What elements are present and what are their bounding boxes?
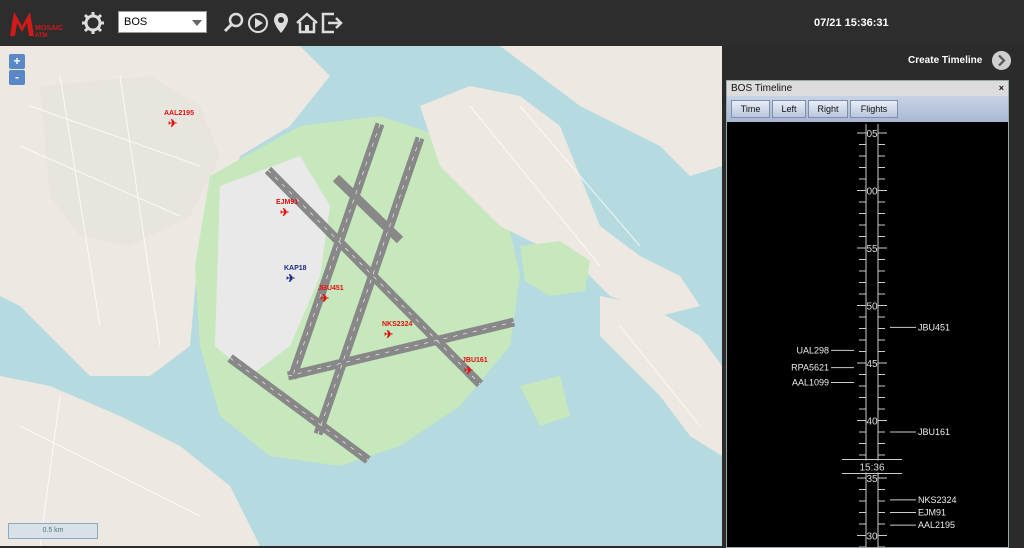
- airplane-icon: ✈: [286, 273, 296, 285]
- timeline-minute-label: 05: [866, 129, 878, 140]
- right-panel: Create Timeline BOS Timeline × Time Left…: [722, 46, 1024, 548]
- flight-callsign: NKS2324: [382, 321, 413, 328]
- timeline-minute-label: 35: [866, 474, 878, 485]
- chevron-right-icon[interactable]: [992, 51, 1011, 70]
- flight-callsign: JBU161: [462, 357, 488, 364]
- svg-text:ATM: ATM: [35, 33, 48, 39]
- airplane-icon: ✈: [464, 365, 474, 377]
- airplane-icon: ✈: [280, 207, 290, 219]
- timeline-minute-label: 45: [866, 359, 878, 370]
- timeline-toolbar: Time Left Right Flights: [727, 96, 1008, 122]
- timeline-flight-label: RPA5621: [791, 363, 829, 373]
- search-icon[interactable]: [221, 10, 247, 36]
- timeline-flight-label: NKS2324: [918, 495, 957, 505]
- map-scale: 0.5 km: [8, 523, 98, 539]
- flight-marker[interactable]: KAP18 ✈: [284, 265, 307, 285]
- airport-map[interactable]: + - AAL2195 ✈ EJM91 ✈ KAP18 ✈ JBU451 ✈ N…: [0, 46, 722, 546]
- gear-icon[interactable]: [80, 10, 106, 36]
- home-icon[interactable]: [294, 10, 320, 36]
- right-button[interactable]: Right: [808, 100, 848, 118]
- timeline-window: BOS Timeline × Time Left Right Flights 0…: [726, 80, 1009, 548]
- airplane-icon: ✈: [320, 293, 330, 305]
- flight-marker[interactable]: JBU451 ✈: [318, 285, 344, 305]
- mosaic-logo: MOSAIC ATM: [10, 12, 63, 39]
- svg-text:MOSAIC: MOSAIC: [35, 25, 63, 32]
- flight-marker[interactable]: EJM91 ✈: [276, 199, 298, 219]
- timeline-minute-label: 55: [866, 244, 878, 255]
- flight-marker[interactable]: NKS2324 ✈: [382, 321, 412, 341]
- flight-callsign: EJM91: [276, 199, 299, 206]
- flight-callsign: KAP18: [284, 265, 307, 272]
- timeline-area[interactable]: 05 00 55 50 45 40 35 30 15:36 UAL298 RPA5621 AAL109…: [727, 124, 1008, 547]
- zoom-out-button[interactable]: -: [9, 70, 25, 85]
- create-timeline-label[interactable]: Create Timeline: [908, 55, 982, 66]
- timeline-title-bar: BOS Timeline ×: [727, 81, 1008, 96]
- close-icon[interactable]: ×: [999, 81, 1004, 96]
- clock: 07/21 15:36:31: [814, 17, 889, 29]
- location-pin-icon[interactable]: [268, 10, 294, 36]
- logout-icon[interactable]: [319, 10, 345, 36]
- top-bar: MOSAIC ATM BOS 07/21 15:36:31: [0, 0, 1024, 46]
- airport-select[interactable]: BOS: [118, 11, 207, 33]
- timeline-flight-label: JBU161: [918, 427, 950, 437]
- flight-marker[interactable]: AAL2195 ✈: [164, 110, 194, 130]
- zoom-in-button[interactable]: +: [9, 54, 25, 69]
- timeline-minute-label: 40: [866, 417, 878, 428]
- flight-callsign: AAL2195: [164, 110, 194, 117]
- timeline-minute-label: 30: [866, 532, 878, 543]
- flight-marker[interactable]: JBU161 ✈: [462, 357, 488, 377]
- timeline-minute-label: 50: [866, 302, 878, 313]
- airplane-icon: ✈: [168, 118, 178, 130]
- timeline-flight-label: UAL298: [796, 345, 829, 355]
- timeline-minute-label: 00: [866, 187, 878, 198]
- timeline-flight-label: AAL1099: [792, 378, 829, 388]
- timeline-canvas: 05 00 55 50 45 40 35 30 15:36 UAL298 RPA5621 AAL109…: [791, 124, 957, 547]
- chevron-down-icon: [192, 20, 202, 26]
- flight-callsign: JBU451: [318, 285, 344, 292]
- timeline-flight-label: JBU451: [918, 322, 950, 332]
- map-canvas: [0, 46, 722, 546]
- timeline-flight-label: AAL2195: [918, 520, 955, 530]
- timeline-flight-label: EJM91: [918, 508, 946, 518]
- flights-button[interactable]: Flights: [850, 100, 898, 118]
- airport-select-value: BOS: [124, 16, 148, 28]
- left-button[interactable]: Left: [772, 100, 806, 118]
- timeline-title: BOS Timeline: [731, 83, 793, 94]
- current-time-label: 15:36: [859, 463, 884, 474]
- airplane-icon: ✈: [384, 329, 394, 341]
- time-button[interactable]: Time: [731, 100, 770, 118]
